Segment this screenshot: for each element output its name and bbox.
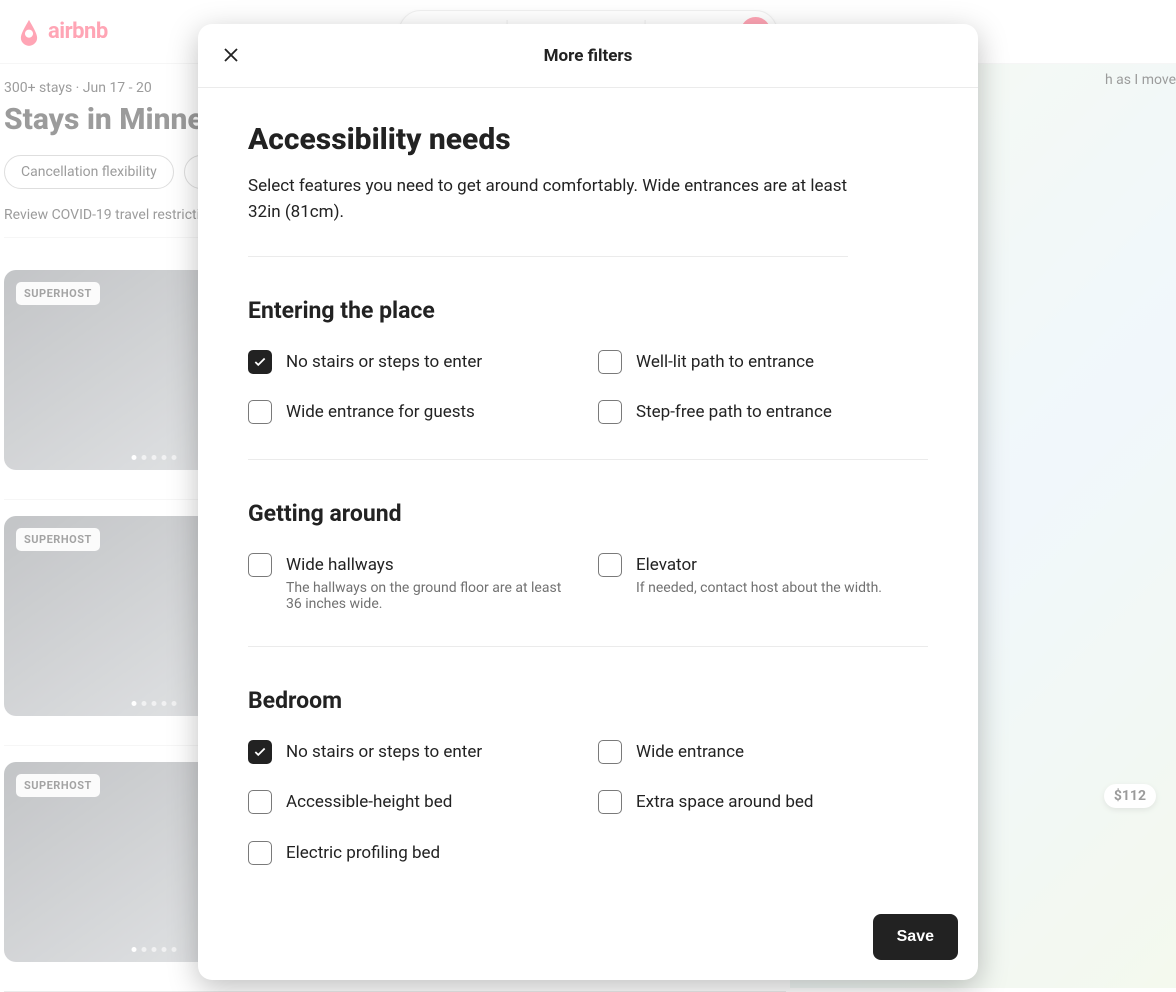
filter-option[interactable]: Wide hallways The hallways on the ground… xyxy=(248,553,578,612)
option-text: Extra space around bed xyxy=(636,790,814,815)
close-icon xyxy=(222,46,240,64)
option-text: Accessible-height bed xyxy=(286,790,452,815)
options-grid: No stairs or steps to enter Wide entranc… xyxy=(248,740,928,900)
checkbox[interactable] xyxy=(248,553,272,577)
checkbox[interactable] xyxy=(598,553,622,577)
option-text: Elevator If needed, contact host about t… xyxy=(636,553,882,596)
filter-option[interactable]: No stairs or steps to enter xyxy=(248,740,578,765)
modal-body[interactable]: Accessibility needs Select features you … xyxy=(198,88,978,900)
option-text: No stairs or steps to enter xyxy=(286,740,482,765)
option-label: Wide hallways xyxy=(286,553,578,578)
save-button[interactable]: Save xyxy=(873,914,958,960)
filters-modal: More filters Accessibility needs Select … xyxy=(198,24,978,980)
filter-option[interactable]: Electric profiling bed xyxy=(248,841,578,866)
option-label: Step-free path to entrance xyxy=(636,400,832,425)
option-label: Accessible-height bed xyxy=(286,790,452,815)
checkbox[interactable] xyxy=(248,841,272,865)
checkbox[interactable] xyxy=(598,350,622,374)
filters-heading: Accessibility needs xyxy=(248,122,928,157)
filter-option[interactable]: Wide entrance for guests xyxy=(248,400,578,425)
option-sublabel: The hallways on the ground floor are at … xyxy=(286,580,578,612)
checkbox[interactable] xyxy=(248,790,272,814)
option-text: Wide hallways The hallways on the ground… xyxy=(286,553,578,612)
option-text: No stairs or steps to enter xyxy=(286,350,482,375)
option-label: Well-lit path to entrance xyxy=(636,350,814,375)
check-icon xyxy=(253,355,267,369)
option-text: Wide entrance for guests xyxy=(286,400,475,425)
checkbox[interactable] xyxy=(598,400,622,424)
filter-option[interactable]: No stairs or steps to enter xyxy=(248,350,578,375)
section-heading: Entering the place xyxy=(248,297,928,324)
filter-option[interactable]: Step-free path to entrance xyxy=(598,400,928,425)
option-sublabel: If needed, contact host about the width. xyxy=(636,580,882,596)
option-label: No stairs or steps to enter xyxy=(286,740,482,765)
close-button[interactable] xyxy=(222,46,242,66)
option-label: Extra space around bed xyxy=(636,790,814,815)
filters-desc: Select features you need to get around c… xyxy=(248,173,848,257)
option-label: No stairs or steps to enter xyxy=(286,350,482,375)
option-text: Well-lit path to entrance xyxy=(636,350,814,375)
modal-title: More filters xyxy=(544,46,633,66)
filter-option[interactable]: Elevator If needed, contact host about t… xyxy=(598,553,928,612)
checkbox[interactable] xyxy=(598,790,622,814)
option-label: Electric profiling bed xyxy=(286,841,440,866)
options-grid: No stairs or steps to enter Well-lit pat… xyxy=(248,350,928,460)
option-label: Elevator xyxy=(636,553,882,578)
section-heading: Getting around xyxy=(248,500,928,527)
checkbox[interactable] xyxy=(248,350,272,374)
section-heading: Bedroom xyxy=(248,687,928,714)
checkbox[interactable] xyxy=(248,740,272,764)
modal-footer: Save xyxy=(198,900,978,980)
filter-option[interactable]: Well-lit path to entrance xyxy=(598,350,928,375)
checkbox[interactable] xyxy=(248,400,272,424)
check-icon xyxy=(253,745,267,759)
filter-option[interactable]: Wide entrance xyxy=(598,740,928,765)
option-text: Step-free path to entrance xyxy=(636,400,832,425)
option-text: Electric profiling bed xyxy=(286,841,440,866)
option-label: Wide entrance xyxy=(636,740,744,765)
modal-header: More filters xyxy=(198,24,978,88)
option-label: Wide entrance for guests xyxy=(286,400,475,425)
checkbox[interactable] xyxy=(598,740,622,764)
filter-option[interactable]: Accessible-height bed xyxy=(248,790,578,815)
filter-option[interactable]: Extra space around bed xyxy=(598,790,928,815)
option-text: Wide entrance xyxy=(636,740,744,765)
options-grid: Wide hallways The hallways on the ground… xyxy=(248,553,928,647)
